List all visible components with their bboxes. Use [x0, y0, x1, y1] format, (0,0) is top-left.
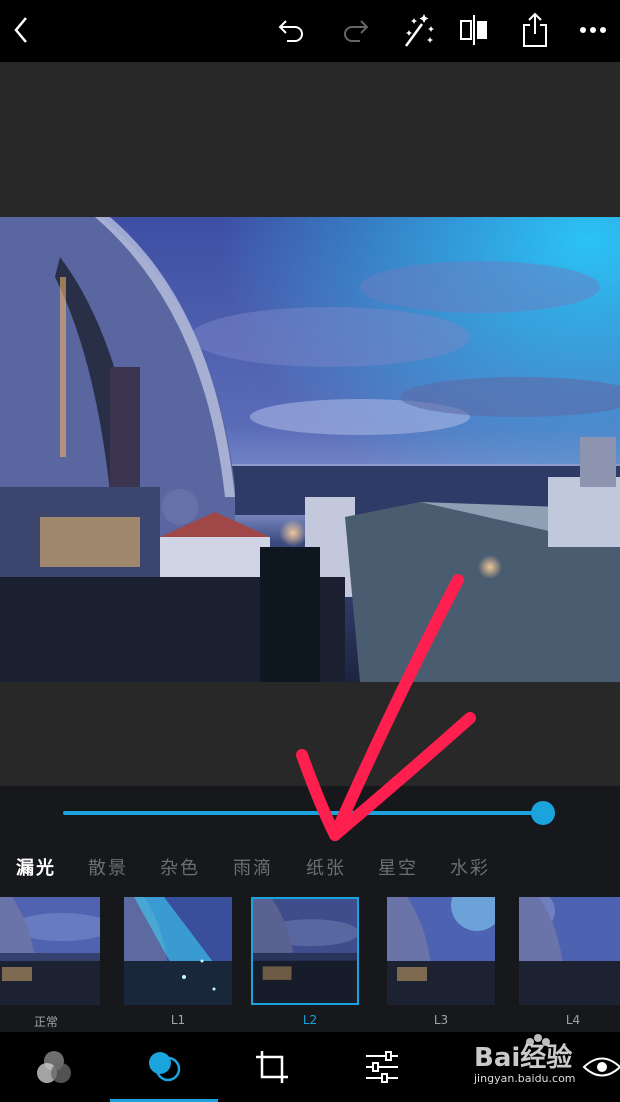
tab-noise[interactable]: 杂色 — [160, 854, 200, 880]
tab-bokeh[interactable]: 散景 — [88, 854, 128, 880]
tab-starry-sky[interactable]: 星空 — [378, 854, 418, 880]
top-toolbar — [0, 0, 620, 62]
preset-thumbnail[interactable] — [124, 897, 232, 1005]
more-button[interactable] — [571, 8, 615, 52]
bottom-navigation — [0, 1032, 620, 1102]
compare-icon — [460, 15, 487, 45]
undo-icon — [278, 20, 303, 42]
annotation-arrow-icon — [296, 574, 476, 841]
share-icon — [523, 12, 547, 47]
preset-preview-image — [124, 897, 232, 1005]
back-button[interactable] — [0, 8, 44, 52]
compare-button[interactable] — [452, 8, 496, 52]
intensity-slider-handle[interactable] — [531, 801, 555, 825]
magic-wand-icon — [404, 14, 434, 47]
preset-preview-image — [387, 897, 495, 1005]
preset-label: L3 — [433, 1013, 449, 1027]
tab-raindrops[interactable]: 雨滴 — [233, 854, 273, 880]
back-icon — [14, 17, 27, 43]
crop-icon — [256, 1051, 288, 1083]
nav-crop-button[interactable] — [218, 1032, 326, 1102]
filter-category-tabs: 漏光 散景 杂色 雨滴 纸张 星空 水彩 — [0, 854, 620, 882]
preset-thumbnail[interactable] — [387, 897, 495, 1005]
redo-button[interactable] — [333, 8, 377, 52]
preset-label: L1 — [170, 1013, 186, 1027]
share-button[interactable] — [513, 8, 557, 52]
preset-thumbnail[interactable] — [519, 897, 620, 1005]
preset-preview-image — [253, 899, 357, 1003]
preset-preview-image — [0, 897, 100, 1005]
eye-icon — [582, 1057, 620, 1077]
preset-label: 正常 — [33, 1015, 58, 1029]
redo-icon — [344, 20, 369, 42]
preset-thumbnail[interactable] — [0, 897, 100, 1005]
auto-fix-button[interactable] — [396, 8, 440, 52]
tab-paper[interactable]: 纸张 — [306, 854, 346, 880]
nav-looks-button[interactable] — [0, 1032, 108, 1102]
color-circles-icon — [37, 1051, 71, 1083]
preset-preview-image — [519, 897, 620, 1005]
tab-light-leak[interactable]: 漏光 — [16, 854, 56, 880]
preset-label: L4 — [565, 1013, 581, 1027]
nav-blend-button[interactable] — [110, 1032, 218, 1102]
preset-thumbnail[interactable] — [251, 897, 359, 1005]
adjust-sliders-icon — [366, 1051, 398, 1083]
nav-adjust-button[interactable] — [328, 1032, 436, 1102]
blend-icon — [149, 1051, 181, 1081]
nav-view-button[interactable] — [548, 1032, 620, 1102]
undo-button[interactable] — [270, 8, 314, 52]
watermark-url: jingyan.baidu.com — [474, 1072, 576, 1085]
preset-label-selected: L2 — [302, 1013, 318, 1027]
tab-watercolor[interactable]: 水彩 — [450, 854, 490, 880]
more-icon — [580, 27, 606, 33]
